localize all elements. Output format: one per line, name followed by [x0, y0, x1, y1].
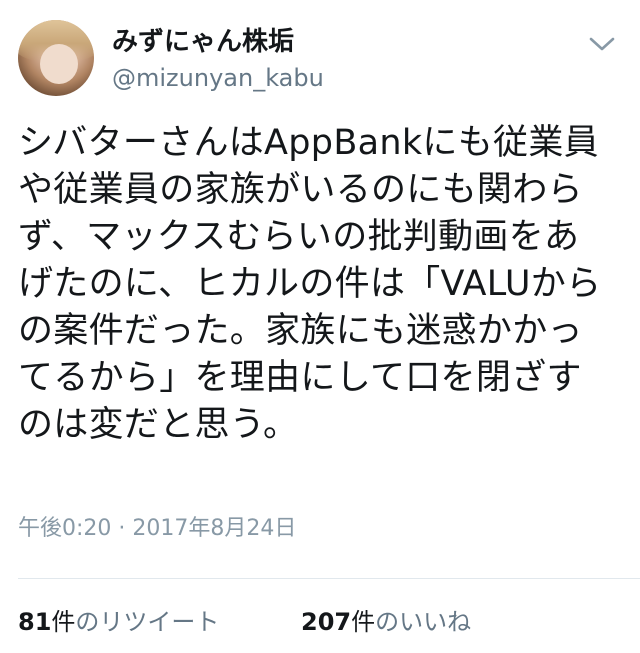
like-count: 207 — [301, 608, 352, 636]
tweet-timestamp[interactable]: 午後0:20 · 2017年8月24日 — [18, 513, 296, 545]
tweet-text-line: シバターさんはAppBankにも従業員 — [18, 123, 599, 163]
retweet-unit: 件 — [51, 608, 76, 636]
divider — [18, 578, 640, 579]
tweet-header: みずにゃん株垢 @mizunyan_kabu — [18, 16, 622, 96]
like-unit: 件 — [351, 608, 376, 636]
retweet-label: のリツイート — [75, 608, 220, 636]
avatar[interactable] — [18, 20, 94, 96]
tweet-text-line: てるから」を理由にして口を閉ざす — [18, 358, 582, 398]
avatar-face — [40, 44, 78, 84]
like-stat[interactable]: 207件のいいね — [301, 604, 471, 640]
tweet-text: シバターさんはAppBankにも従業員 や従業員の家族がいるのにも関わら ず、マ… — [18, 120, 622, 449]
tweet-text-line: や従業員の家族がいるのにも関わら — [18, 170, 583, 210]
user-handle[interactable]: @mizunyan_kabu — [112, 64, 324, 92]
retweet-stat[interactable]: 81件のリツイート — [18, 604, 219, 640]
user-names: みずにゃん株垢 @mizunyan_kabu — [112, 26, 324, 92]
chevron-down-icon[interactable] — [588, 34, 616, 54]
display-name[interactable]: みずにゃん株垢 — [112, 26, 324, 58]
tweet-card: みずにゃん株垢 @mizunyan_kabu シバターさんはAppBankにも従… — [0, 0, 640, 653]
tweet-text-line: げたのに、ヒカルの件は「VALUから — [18, 264, 602, 304]
retweet-count: 81 — [18, 608, 52, 636]
tweet-text-line: の案件だった。家族にも迷惑かかっ — [18, 311, 583, 351]
tweet-text-line: のは変だと思う。 — [18, 405, 299, 445]
tweet-text-line: ず、マックスむらいの批判動画をあ — [18, 217, 580, 257]
like-label: のいいね — [375, 608, 472, 636]
